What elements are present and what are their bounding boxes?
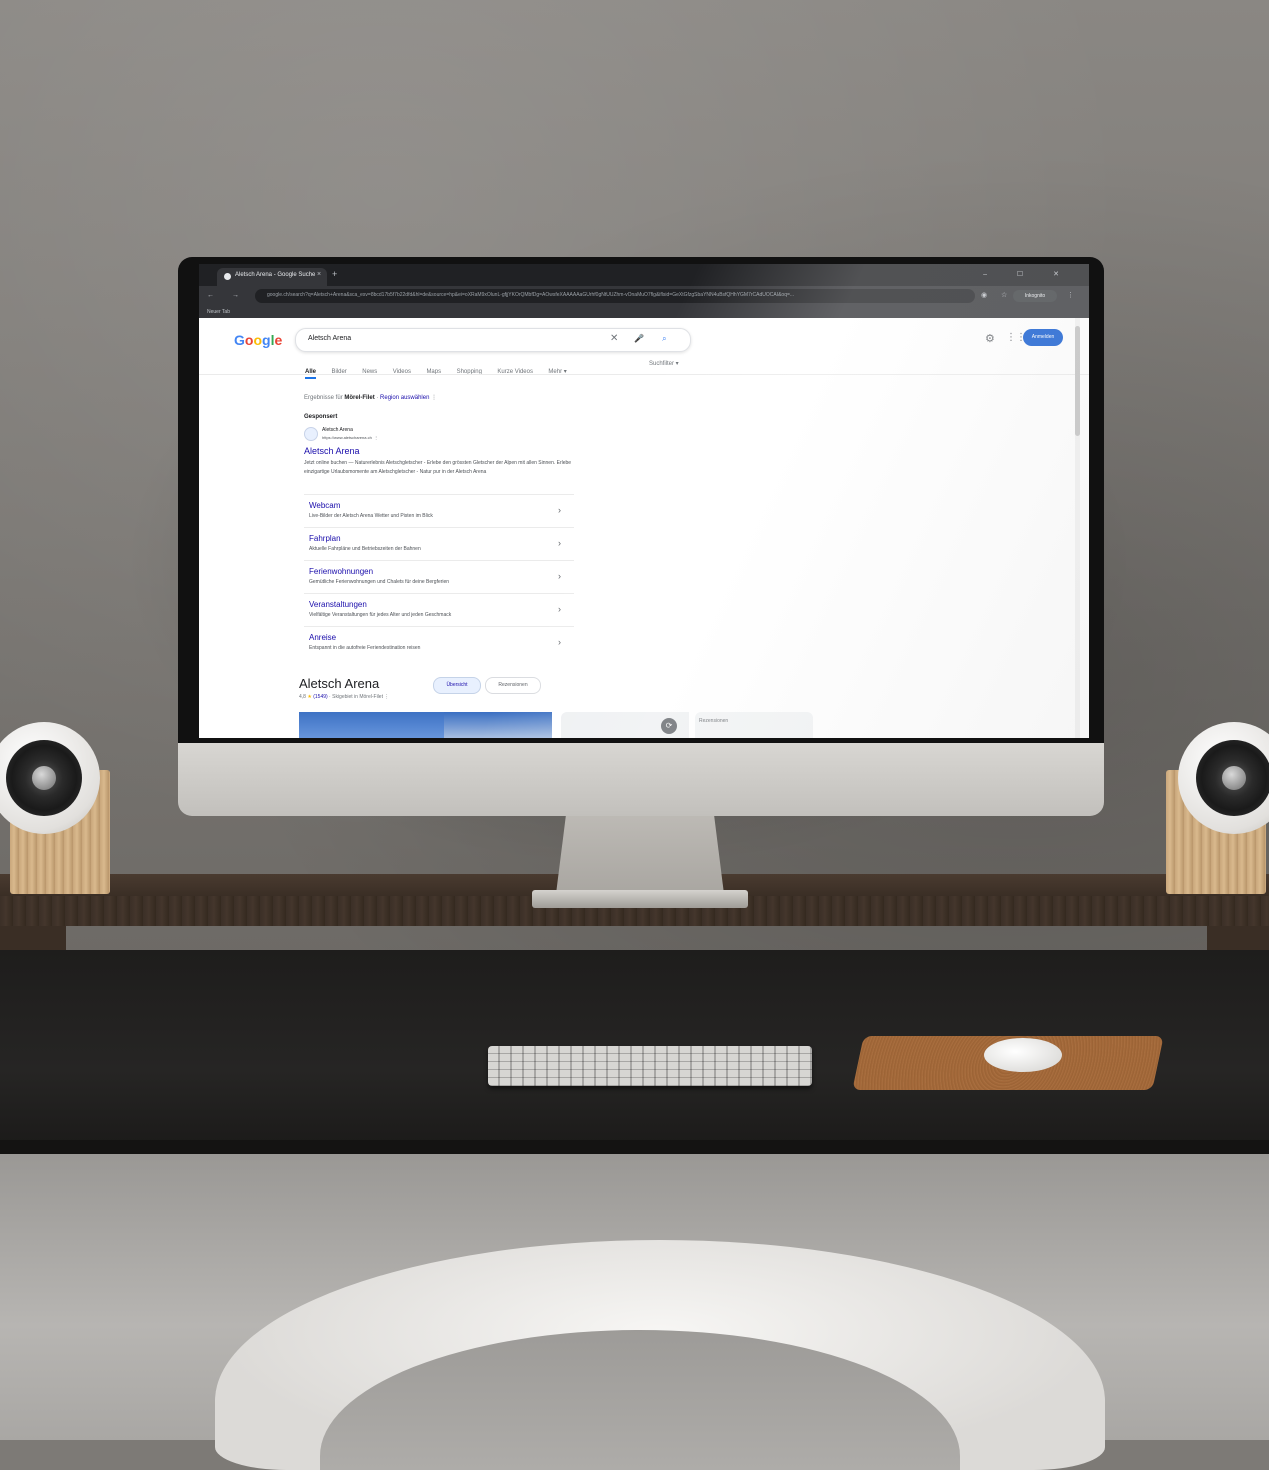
sitelink-desc: Live-Bilder der Aletsch Arena Wetter und… (309, 513, 433, 519)
sitelink-webcam[interactable]: Webcam Live-Bilder der Aletsch Arena Wet… (304, 494, 574, 527)
ad-sitelinks: Webcam Live-Bilder der Aletsch Arena Wet… (304, 494, 574, 659)
chevron-right-icon: › (558, 538, 561, 548)
address-bar-url: google.ch/search?q=Aletsch+Arena&sca_esv… (267, 292, 795, 298)
window-controls[interactable]: – ☐ ✕ (983, 270, 1073, 278)
tab-title: Aletsch Arena - Google Suche (235, 272, 316, 278)
mouse (984, 1038, 1062, 1072)
sitelink-ferienwohnungen[interactable]: Ferienwohnungen Gemütliche Ferienwohnung… (304, 560, 574, 593)
kp-more-icon[interactable]: ⋮ (384, 694, 389, 700)
location-more-icon[interactable]: ⋮ (431, 395, 437, 401)
bookmark-star-icon[interactable]: ◉ ☆ (981, 291, 1013, 299)
ad-site-url: https://www.aletscharena.ch ⋮ (322, 435, 378, 440)
google-results-page: Google Aletsch Arena ✕ 🎤 ⌕ ⚙ ⋮ ⋮ Anmelden… (199, 318, 1089, 738)
logo-letter: o (253, 332, 263, 348)
clear-search-icon[interactable]: ✕ (610, 333, 618, 344)
rating-suffix: · Skigebiet in Mörel-Filet (327, 694, 383, 700)
sponsored-label: Gesponsert (304, 414, 338, 420)
ad-url-text: https://www.aletscharena.ch (322, 435, 372, 440)
chevron-right-icon: › (558, 571, 561, 581)
sitelink-title: Ferienwohnungen (309, 567, 374, 576)
tab-close-icon[interactable]: × (317, 271, 321, 278)
speaker-cap-left (32, 766, 56, 790)
sitelink-desc: Aktuelle Fahrpläne und Betriebszeiten de… (309, 546, 421, 552)
apple-logo-icon (626, 766, 654, 798)
kp-reviews-label: Rezensionen (699, 718, 729, 724)
chevron-right-icon: › (558, 505, 561, 515)
chevron-right-icon: › (558, 637, 561, 647)
ad-more-icon[interactable]: ⋮ (374, 435, 378, 440)
google-logo[interactable]: Google (234, 332, 282, 348)
chevron-right-icon: › (558, 604, 561, 614)
speaker-cap-right (1222, 766, 1246, 790)
search-query-text: Aletsch Arena (308, 335, 352, 342)
ad-site-name: Aletsch Arena (322, 427, 353, 433)
choose-region-link[interactable]: Region auswählen (380, 395, 429, 401)
tabs-divider (199, 374, 1089, 375)
voice-lens-search-icons[interactable]: 🎤 ⌕ (634, 334, 675, 344)
star-icon: ★ (307, 694, 312, 700)
logo-letter: G (234, 332, 245, 348)
logo-letter: g (262, 332, 271, 348)
bookmark-new-tab[interactable]: Neuer Tab (207, 309, 230, 315)
search-tools-button[interactable]: Suchfilter ▾ (649, 360, 679, 367)
sitelink-title: Fahrplan (309, 534, 341, 543)
scrollbar-thumb[interactable] (1075, 326, 1080, 436)
chip-overview[interactable]: Übersicht (433, 677, 481, 694)
google-favicon-icon (224, 273, 231, 280)
incognito-profile-chip[interactable]: Inkognito (1013, 290, 1057, 302)
sitelink-title: Veranstaltungen (309, 600, 367, 609)
search-tabs: Alle Bilder News Videos Maps Shopping Ku… (305, 360, 578, 379)
sitelink-desc: Vielfältige Veranstaltungen für jedes Al… (309, 612, 452, 618)
review-count-link[interactable]: (1549) (313, 694, 327, 700)
browser-toolbar: ← → ⟳ google.ch/search?q=Aletsch+Arena&s… (199, 286, 1089, 306)
aletsch-favicon-icon (304, 427, 318, 441)
imac-screen: Aletsch Arena - Google Suche × + – ☐ ✕ ←… (199, 264, 1089, 738)
address-bar[interactable]: google.ch/search?q=Aletsch+Arena&sca_esv… (255, 289, 975, 303)
logo-letter: e (274, 332, 283, 348)
imac-stand-foot (532, 890, 748, 908)
location-prefix: Ergebnisse für (304, 395, 345, 401)
sitelink-anreise[interactable]: Anreise Entspannt in die autofreie Ferie… (304, 626, 574, 659)
bookmarks-bar: Neuer Tab (199, 306, 1089, 318)
sitelink-fahrplan[interactable]: Fahrplan Aktuelle Fahrpläne und Betriebs… (304, 527, 574, 560)
ad-title-link[interactable]: Aletsch Arena (304, 446, 360, 456)
new-tab-plus-icon[interactable]: + (332, 270, 337, 279)
desk-edge (0, 1140, 1269, 1154)
sitelink-title: Anreise (309, 633, 337, 642)
sitelink-veranstaltungen[interactable]: Veranstaltungen Vielfältige Veranstaltun… (304, 593, 574, 626)
sitelink-desc: Entspannt in die autofreie Feriendestina… (309, 645, 421, 651)
browser-menu-icon[interactable]: ⋮ (1067, 291, 1074, 299)
kp-photo-sky[interactable] (299, 712, 444, 738)
knowledge-panel-title: Aletsch Arena (299, 676, 380, 691)
keyboard (488, 1046, 812, 1086)
kp-photo-mountain[interactable] (444, 712, 552, 738)
ad-description: Jetzt online buchen — Naturerlebnis Alet… (304, 460, 572, 475)
search-input[interactable]: Aletsch Arena ✕ 🎤 ⌕ (295, 328, 691, 352)
location-line: Ergebnisse für Mörel-Filet · Region ausw… (304, 394, 437, 401)
sitelink-desc: Gemütliche Ferienwohnungen und Chalets f… (309, 579, 450, 585)
location-place: Mörel-Filet (344, 395, 375, 401)
imac-stand (556, 814, 724, 894)
chip-reviews[interactable]: Rezensionen (485, 677, 541, 694)
sign-in-button[interactable]: Anmelden (1023, 329, 1063, 346)
knowledge-panel-rating: 4,8 ★ (1549) · Skigebiet in Mörel-Filet … (299, 694, 389, 700)
browser-tab-active[interactable]: Aletsch Arena - Google Suche × (217, 268, 327, 286)
rating-value: 4,8 (299, 694, 306, 700)
street-view-icon[interactable]: ⟳ (661, 718, 677, 734)
settings-gear-icon[interactable]: ⚙ (985, 332, 995, 345)
sitelink-title: Webcam (309, 501, 341, 510)
kp-reviews-card[interactable]: Rezensionen (695, 712, 813, 738)
browser-tabbar: Aletsch Arena - Google Suche × + – ☐ ✕ (199, 264, 1089, 286)
